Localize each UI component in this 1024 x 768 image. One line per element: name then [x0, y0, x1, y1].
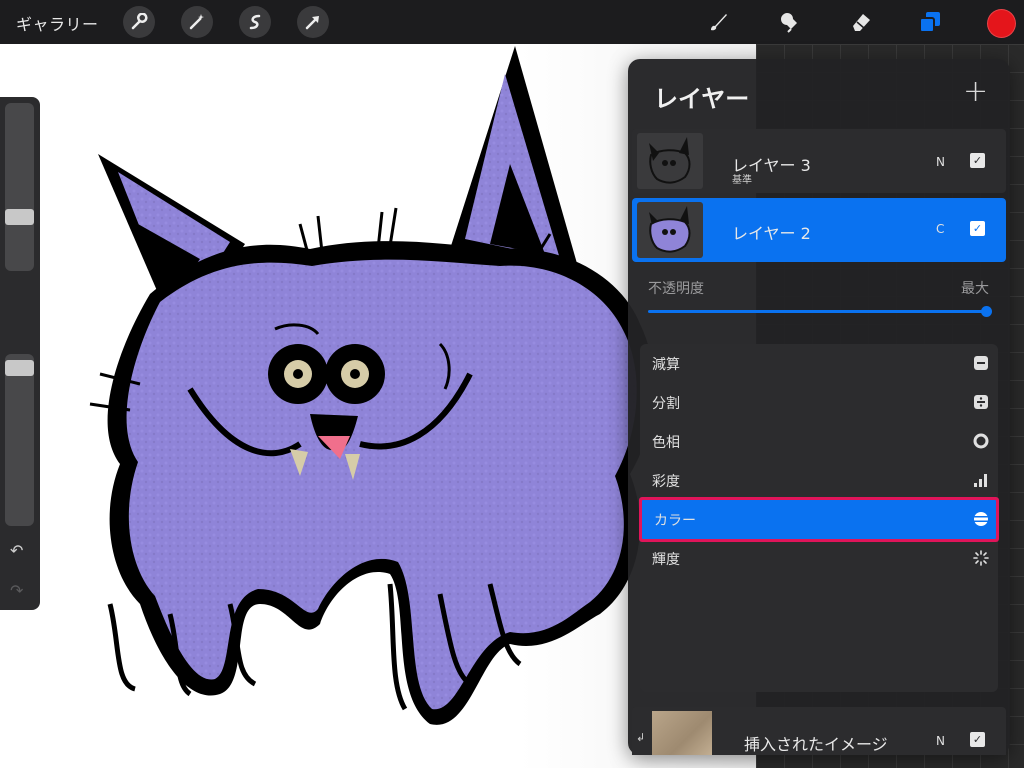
layer-opacity-knob[interactable] — [981, 306, 992, 317]
layers-icon[interactable] — [914, 6, 946, 38]
layer-row-inserted-image[interactable]: ↲ 挿入されたイメージ N ✓ — [632, 707, 1006, 755]
undo-icon[interactable]: ↶ — [10, 541, 23, 560]
brush-opacity-slider[interactable] — [5, 354, 34, 526]
blend-mode-color[interactable]: カラー — [642, 500, 996, 539]
layer-sublabel: 基準 — [732, 175, 752, 186]
blend-mode-label: カラー — [654, 513, 696, 529]
subtract-icon — [974, 356, 988, 370]
left-sidebar: ↶ ↷ — [0, 97, 40, 610]
layer-thumbnail — [637, 202, 703, 258]
eraser-icon[interactable] — [845, 6, 877, 38]
blend-mode-saturation[interactable]: 彩度 — [640, 461, 998, 500]
layer-row-2[interactable]: レイヤー 2 C ✓ — [632, 198, 1006, 262]
opacity-label: 不透明度 — [648, 281, 704, 297]
layer-row-3[interactable]: レイヤー 3 基準 N ✓ — [632, 129, 1006, 193]
hue-icon — [973, 433, 989, 449]
layers-panel: レイヤー + レイヤー 3 基準 N ✓ レイヤー 2 C ✓ 不透明度 最大 — [628, 59, 1010, 755]
layer-thumbnail — [652, 711, 712, 755]
layer-blend-mode[interactable]: N — [936, 734, 945, 748]
divide-icon — [974, 395, 988, 409]
clip-indicator-icon: ↲ — [636, 731, 646, 744]
blend-mode-label: 減算 — [652, 357, 680, 373]
blend-mode-luminosity[interactable]: 輝度 — [640, 539, 998, 578]
magic-wand-icon[interactable] — [181, 6, 213, 38]
top-toolbar: ギャラリー — [0, 0, 1024, 44]
blend-mode-divide[interactable]: 分割 — [640, 383, 998, 422]
layer-visibility-checkbox[interactable]: ✓ — [970, 732, 985, 747]
redo-icon[interactable]: ↷ — [10, 581, 23, 600]
blend-mode-hue[interactable]: 色相 — [640, 422, 998, 461]
blend-mode-list: 減算 分割 色相 彩度 カラー 輝度 — [640, 344, 998, 692]
layer-blend-mode[interactable]: C — [936, 222, 944, 236]
blend-mode-label: 彩度 — [652, 474, 680, 490]
blend-mode-subtract[interactable]: 減算 — [640, 344, 998, 383]
transform-arrow-icon[interactable] — [297, 6, 329, 38]
brush-size-slider[interactable] — [5, 103, 34, 271]
artwork-purple-creature — [89, 46, 654, 725]
layer-blend-mode[interactable]: N — [936, 155, 945, 169]
layer-visibility-checkbox[interactable]: ✓ — [970, 221, 985, 236]
layer-opacity-slider[interactable] — [648, 310, 988, 313]
opacity-max-label: 最大 — [961, 281, 989, 297]
current-color-swatch[interactable] — [987, 9, 1016, 38]
luminosity-icon — [973, 550, 989, 566]
layer-name: 挿入されたイメージ — [744, 735, 888, 754]
selection-icon[interactable] — [239, 6, 271, 38]
blend-mode-label: 輝度 — [652, 552, 680, 568]
layer-name: レイヤー 2 — [732, 224, 811, 243]
panel-title: レイヤー — [654, 85, 750, 113]
color-mode-icon — [974, 512, 988, 526]
gallery-button[interactable]: ギャラリー — [16, 11, 99, 35]
wrench-icon[interactable] — [123, 6, 155, 38]
smudge-icon[interactable] — [774, 6, 806, 38]
brush-size-thumb[interactable] — [5, 209, 34, 226]
layer-visibility-checkbox[interactable]: ✓ — [970, 153, 985, 168]
brush-icon[interactable] — [702, 6, 734, 38]
brush-opacity-thumb[interactable] — [5, 360, 34, 377]
add-layer-button[interactable]: + — [963, 77, 988, 107]
layer-thumbnail — [637, 133, 703, 189]
blend-mode-label: 色相 — [652, 435, 680, 451]
blend-mode-label: 分割 — [652, 396, 680, 412]
saturation-icon — [974, 474, 987, 487]
